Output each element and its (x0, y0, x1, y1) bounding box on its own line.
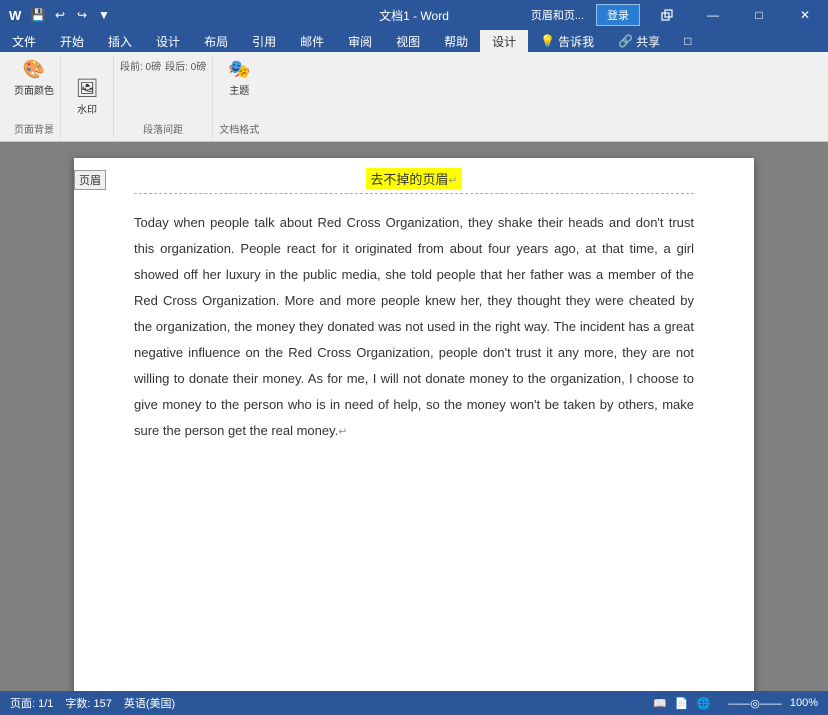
header-title: 去不掉的页眉↵ (366, 168, 461, 189)
tab-view[interactable]: 视图 (384, 30, 432, 52)
tab-review[interactable]: 审阅 (336, 30, 384, 52)
tab-references[interactable]: 引用 (240, 30, 288, 52)
document-area: 页眉 去不掉的页眉↵ Today when people talk about … (0, 142, 828, 691)
save-icon[interactable]: 💾 (28, 5, 48, 25)
body-paragraph: Today when people talk about Red Cross O… (134, 210, 694, 444)
document-content: Today when people talk about Red Cross O… (74, 194, 754, 464)
page-color-icon: 🎨 (23, 59, 45, 80)
ribbon-tabs: 文件 开始 插入 设计 布局 引用 邮件 审阅 视图 帮助 设计 💡 告诉我 🔗… (0, 30, 828, 52)
login-button[interactable]: 登录 (596, 4, 640, 26)
header-zone: 页眉 去不掉的页眉↵ (74, 158, 754, 194)
tab-share[interactable]: 🔗 共享 (606, 30, 672, 52)
watermark-icon: 🖼 (76, 78, 99, 99)
maximize-button[interactable]: □ (736, 0, 782, 30)
quick-access-toolbar: W 💾 ↩ ↪ ▼ (0, 5, 114, 25)
tab-home[interactable]: 开始 (48, 30, 96, 52)
themes-btn[interactable]: 🎭 主题 (219, 58, 259, 98)
status-bar: 页面: 1/1 字数: 157 英语(美国) 📖 📄 🌐 ——◎—— 100% (0, 691, 828, 715)
toolbar-group-themes: 🎭 主题 文档格式 (213, 56, 265, 138)
zoom-percent: 100% (790, 697, 818, 710)
page-color-btn[interactable]: 🎨 页面颜色 (14, 58, 54, 98)
collapse-ribbon-btn[interactable]: □ (672, 30, 703, 52)
undo-icon[interactable]: ↩ (50, 5, 70, 25)
themes-icon: 🎭 (228, 59, 250, 80)
tab-help[interactable]: 帮助 (432, 30, 480, 52)
minimize-button[interactable]: — (690, 0, 736, 30)
watermark-btn[interactable]: 🖼 水印 (67, 77, 107, 117)
tab-design-active[interactable]: 设计 (480, 30, 528, 52)
header-label: 页眉 (74, 170, 106, 190)
page-info: 页面: 1/1 (10, 695, 53, 711)
title-bar-right: 页眉和页... 登录 — □ ✕ (523, 0, 828, 30)
toolbar-group-page-color: 🎨 页面颜色 页面背景 (8, 56, 61, 138)
toolbar-group-spacing: 段前: 0磅 段后: 0磅 段落间距 (114, 56, 213, 138)
title-bar: W 💾 ↩ ↪ ▼ 文档1 - Word 页眉和页... 登录 — □ ✕ (0, 0, 828, 30)
paragraph-mark: ↵ (448, 175, 457, 187)
tab-file[interactable]: 文件 (0, 30, 48, 52)
print-layout-icon[interactable]: 📄 (675, 697, 689, 710)
language-info: 英语(美国) (124, 695, 175, 711)
tab-mailings[interactable]: 邮件 (288, 30, 336, 52)
document-page: 页眉 去不掉的页眉↵ Today when people talk about … (74, 158, 754, 691)
read-mode-icon[interactable]: 📖 (653, 697, 667, 710)
word-app-icon: W (6, 5, 26, 25)
toolbar-group-watermark: 🖼 水印 (61, 56, 114, 138)
tab-layout[interactable]: 布局 (192, 30, 240, 52)
page-header-btn[interactable]: 页眉和页... (523, 0, 592, 30)
restore-down-button[interactable] (644, 0, 690, 30)
zoom-slider[interactable]: ——◎—— (728, 697, 782, 710)
redo-icon[interactable]: ↪ (72, 5, 92, 25)
word-count: 字数: 157 (65, 695, 111, 711)
header-title-wrapper: 去不掉的页眉↵ (134, 168, 694, 189)
tab-tell-me[interactable]: 💡 告诉我 (528, 30, 606, 52)
tab-design[interactable]: 设计 (144, 30, 192, 52)
close-button[interactable]: ✕ (782, 0, 828, 30)
toolbar: 🎨 页面颜色 页面背景 🖼 水印 段前: 0磅 段后: 0磅 段落间距 🎭 主题 (0, 52, 828, 142)
tab-insert[interactable]: 插入 (96, 30, 144, 52)
web-layout-icon[interactable]: 🌐 (697, 697, 711, 710)
status-bar-right: 📖 📄 🌐 ——◎—— 100% (653, 697, 818, 710)
svg-text:W: W (9, 8, 22, 23)
end-paragraph-mark: ↵ (338, 426, 347, 438)
customize-qat-icon[interactable]: ▼ (94, 5, 114, 25)
header-divider (134, 193, 694, 194)
